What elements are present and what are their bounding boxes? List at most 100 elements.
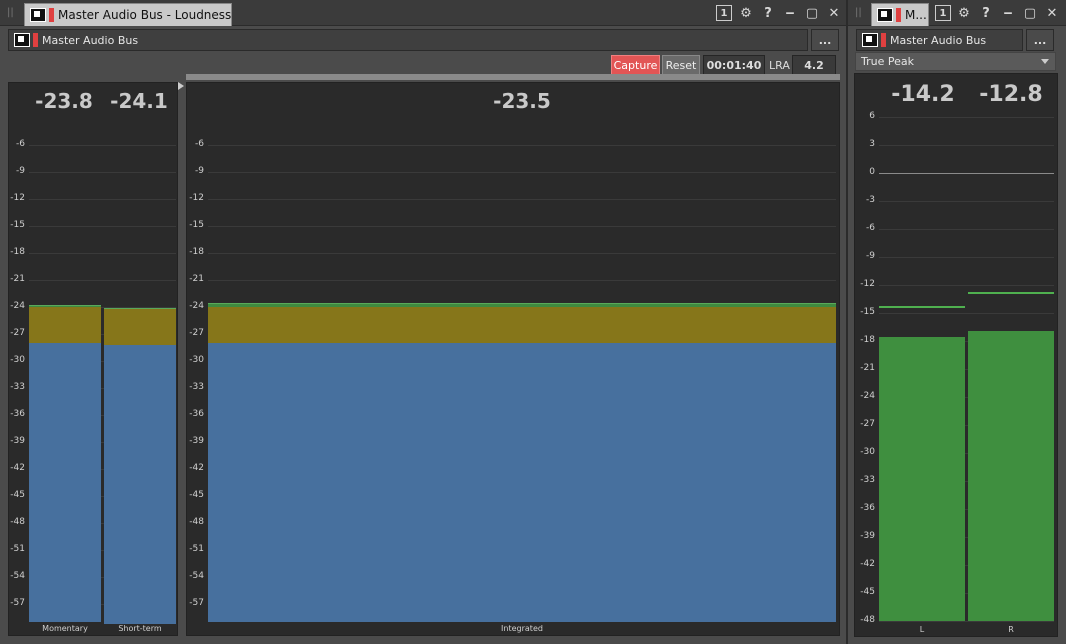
tick-label: -12	[10, 193, 25, 203]
bus-selector[interactable]: Master Audio Bus	[856, 29, 1023, 51]
tick-label: -6	[195, 139, 204, 149]
blue-zone	[104, 344, 176, 624]
close-icon[interactable]: ✕	[1043, 4, 1061, 22]
grid-line	[208, 253, 836, 254]
tick-label: -39	[860, 531, 875, 541]
tab-true-peak[interactable]: M...	[871, 3, 929, 26]
tick-label: -51	[189, 544, 204, 554]
minimize-icon[interactable]: ‒	[999, 4, 1017, 22]
maximize-icon[interactable]: ▢	[803, 4, 821, 22]
splitter-bar[interactable]	[186, 74, 840, 80]
meter-mode-dropdown[interactable]: True Peak	[855, 52, 1056, 71]
color-tag-icon	[33, 33, 38, 47]
left-peak-hold	[879, 305, 965, 308]
tick-label: -21	[860, 363, 875, 373]
color-tag-icon	[49, 8, 54, 22]
help-icon[interactable]: ?	[977, 4, 995, 22]
tick-label: -45	[189, 490, 204, 500]
right-channel-label: R	[1008, 625, 1014, 634]
bus-selector[interactable]: Master Audio Bus	[8, 29, 808, 51]
tick-label: -33	[189, 382, 204, 392]
pin-1-icon[interactable]: 1	[935, 5, 951, 21]
tick-label: -12	[189, 193, 204, 203]
audio-bus-icon	[877, 8, 893, 22]
tick-label: -21	[10, 274, 25, 284]
momentary-bar	[29, 305, 101, 622]
tick-label: -9	[866, 251, 875, 261]
pin-1-icon[interactable]: 1	[716, 5, 732, 21]
tick-label: -27	[189, 328, 204, 338]
tick-label: 6	[869, 111, 875, 121]
elapsed-time: 00:01:40	[703, 55, 765, 76]
lra-value: 4.2	[792, 55, 836, 76]
audio-bus-icon	[30, 8, 46, 22]
yellow-zone	[104, 308, 176, 345]
bus-name: Master Audio Bus	[42, 33, 139, 47]
more-button[interactable]: ...	[1026, 29, 1054, 51]
tick-label: -24	[10, 301, 25, 311]
minimize-icon[interactable]: ‒	[781, 4, 799, 22]
shortterm-bar	[104, 307, 176, 624]
gear-icon[interactable]: ⚙	[737, 4, 755, 22]
tick-label: 3	[869, 139, 875, 149]
momentary-shortterm-meter: -23.8 -24.1 -6 -9 -12 -15 -18 -21 -24 -27 -30 -33…	[8, 82, 178, 636]
tick-label: -30	[860, 447, 875, 457]
more-button[interactable]: ...	[811, 29, 839, 51]
drag-grip-icon[interactable]: ||	[7, 7, 14, 18]
tick-label: -27	[10, 328, 25, 338]
left-channel-label: L	[919, 625, 925, 634]
grid-line	[29, 145, 176, 146]
color-tag-icon	[881, 33, 886, 47]
integrated-bar	[208, 302, 836, 622]
tick-label: -57	[10, 598, 25, 608]
reset-button[interactable]: Reset	[662, 55, 700, 76]
color-tag-icon	[896, 8, 901, 22]
tick-label: -24	[860, 391, 875, 401]
close-icon[interactable]: ✕	[825, 4, 843, 22]
tick-label: -24	[189, 301, 204, 311]
integrated-value: -23.5	[493, 89, 551, 113]
tick-label: -48	[189, 517, 204, 527]
tick-label: -36	[860, 503, 875, 513]
tick-label: -57	[189, 598, 204, 608]
capture-button[interactable]: Capture	[611, 55, 660, 76]
bus-name: Master Audio Bus	[890, 33, 987, 47]
shortterm-value: -24.1	[110, 89, 168, 113]
grid-line	[879, 313, 1054, 314]
tick-label: -51	[10, 544, 25, 554]
tick-label: -9	[16, 166, 25, 176]
right-panel: Master Audio Bus ... True Peak -14.2 -12…	[848, 26, 1066, 644]
tick-label: -36	[189, 409, 204, 419]
grid-line	[208, 280, 836, 281]
tick-label: -27	[860, 419, 875, 429]
gear-icon[interactable]: ⚙	[955, 4, 973, 22]
tab-title: M...	[905, 8, 927, 22]
tick-label: -15	[10, 220, 25, 230]
help-icon[interactable]: ?	[759, 4, 777, 22]
tick-label: -48	[860, 615, 875, 625]
grid-line	[879, 285, 1054, 286]
maximize-icon[interactable]: ▢	[1021, 4, 1039, 22]
true-peak-meter: -14.2 -12.8 6 3 0 -3 -6 -9 -12 -15 -18 -21 -24 -27 -…	[854, 73, 1058, 637]
right-channel-bar	[968, 330, 1054, 621]
drag-grip-icon[interactable]: ||	[855, 7, 862, 18]
grid-line	[208, 199, 836, 200]
grid-line	[879, 201, 1054, 202]
grid-line	[879, 173, 1054, 174]
left-tab-bar: || Master Audio Bus - Loudness Meter 1 ⚙…	[0, 0, 846, 26]
collapse-arrow-icon[interactable]	[178, 82, 184, 90]
tick-label: -9	[195, 166, 204, 176]
tick-label: -15	[189, 220, 204, 230]
tick-label: -54	[10, 571, 25, 581]
integrated-meter: -23.5 -6 -9 -12 -15 -18 -21 -24 -27 -30 -33 -36 -39…	[186, 82, 840, 636]
grid-line	[208, 145, 836, 146]
grid-line	[29, 226, 176, 227]
grid-line	[29, 199, 176, 200]
tab-loudness-meter[interactable]: Master Audio Bus - Loudness Meter	[24, 3, 232, 26]
tick-label: -48	[10, 517, 25, 527]
grid-line	[879, 229, 1054, 230]
audio-bus-icon	[862, 33, 878, 47]
momentary-value: -23.8	[35, 89, 93, 113]
tick-label: -18	[10, 247, 25, 257]
tick-label: -33	[10, 382, 25, 392]
